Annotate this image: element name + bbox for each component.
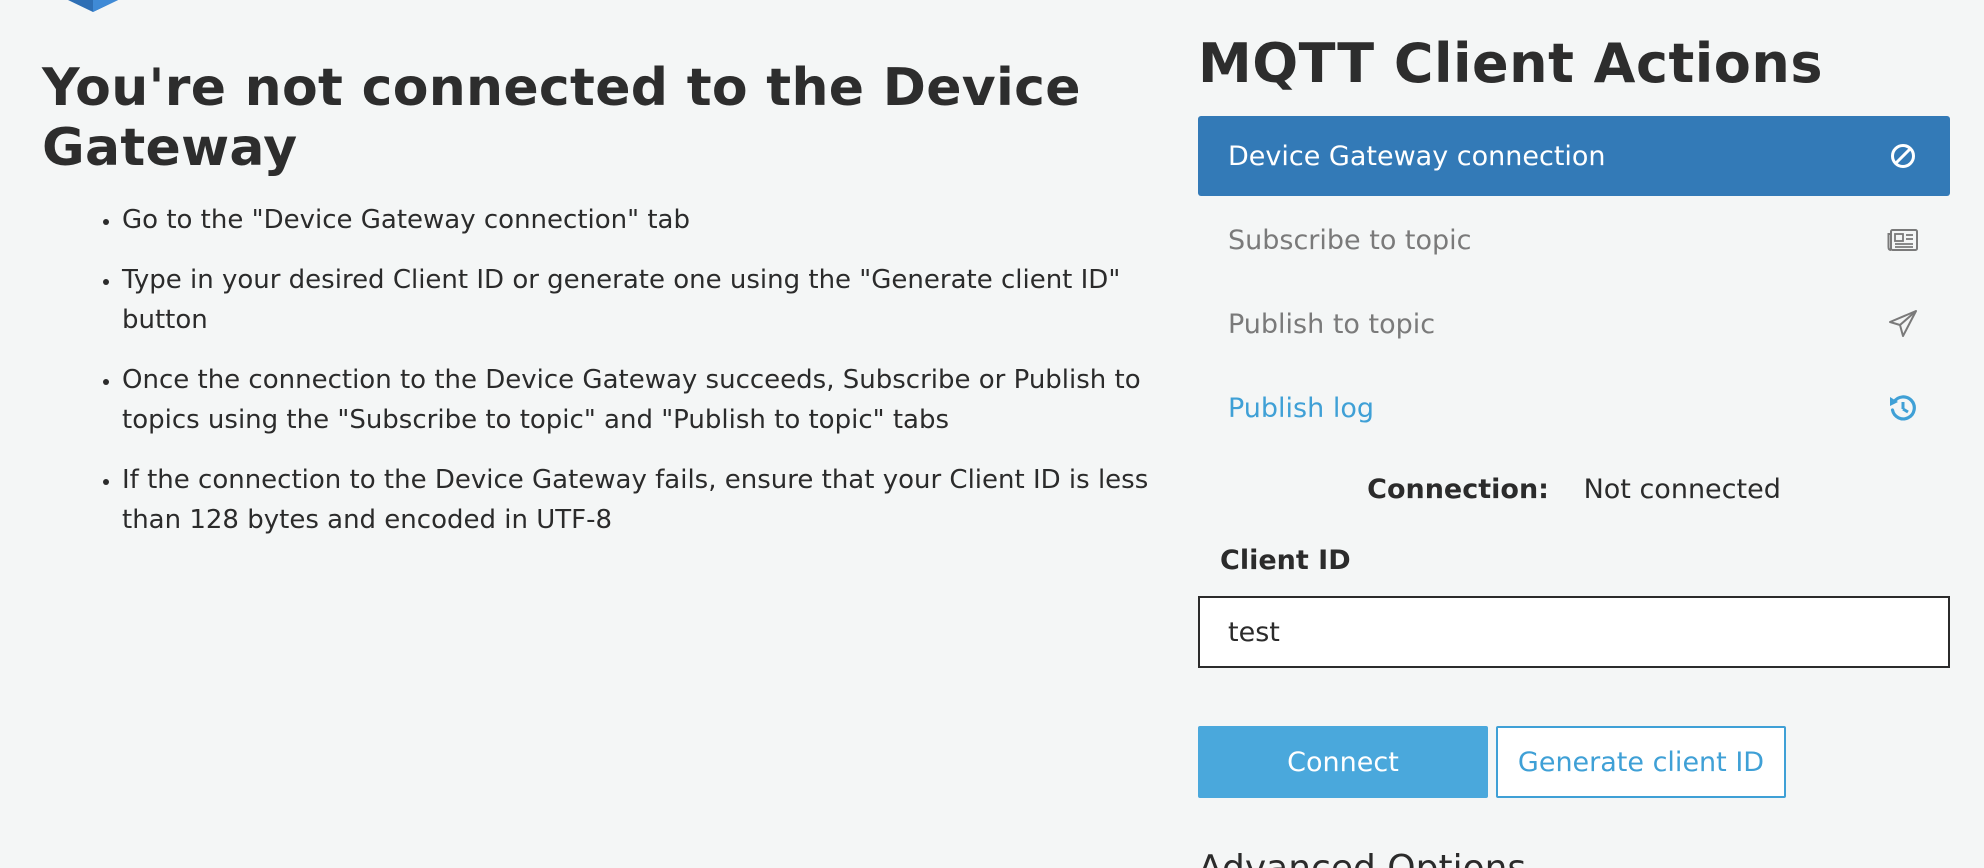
instruction-list: Go to the "Device Gateway connection" ta… (42, 200, 1182, 540)
tab-label: Device Gateway connection (1228, 140, 1606, 172)
actions-panel: MQTT Client Actions Device Gateway conne… (1198, 30, 1950, 798)
page: You're not connected to the Device Gatew… (0, 0, 1984, 868)
connection-label: Connection: (1367, 474, 1549, 505)
button-row: Connect Generate client ID (1198, 726, 1950, 798)
instruction-item: If the connection to the Device Gateway … (122, 460, 1182, 540)
history-icon (1886, 391, 1920, 425)
tab-label: Publish log (1228, 392, 1374, 424)
paper-plane-icon (1886, 307, 1920, 341)
tab-label: Publish to topic (1228, 308, 1436, 340)
instruction-item: Type in your desired Client ID or genera… (122, 260, 1182, 340)
tab-subscribe-to-topic[interactable]: Subscribe to topic (1198, 200, 1950, 280)
actions-title: MQTT Client Actions (1198, 32, 1823, 95)
logo-icon (68, 0, 118, 12)
client-id-input[interactable] (1198, 596, 1950, 668)
tab-publish-to-topic[interactable]: Publish to topic (1198, 284, 1950, 364)
tab-publish-log[interactable]: Publish log (1198, 368, 1950, 448)
newspaper-icon (1886, 223, 1920, 257)
instructions-panel: You're not connected to the Device Gatew… (42, 58, 1182, 560)
generate-client-id-button[interactable]: Generate client ID (1496, 726, 1786, 798)
tab-device-gateway-connection[interactable]: Device Gateway connection (1198, 116, 1950, 196)
action-tabs: Device Gateway connection Subscribe to t… (1198, 116, 1950, 448)
connection-status: Not connected (1583, 474, 1781, 505)
connection-status-row: Connection: Not connected (1198, 474, 1950, 505)
client-id-label: Client ID (1220, 545, 1351, 576)
tab-label: Subscribe to topic (1228, 224, 1472, 256)
page-title: You're not connected to the Device Gatew… (42, 58, 1081, 178)
instruction-item: Go to the "Device Gateway connection" ta… (122, 200, 1182, 240)
ban-icon (1886, 139, 1920, 173)
advanced-options-heading[interactable]: Advanced Options (1198, 848, 1526, 868)
instruction-item: Once the connection to the Device Gatewa… (122, 360, 1182, 440)
connect-button[interactable]: Connect (1198, 726, 1488, 798)
